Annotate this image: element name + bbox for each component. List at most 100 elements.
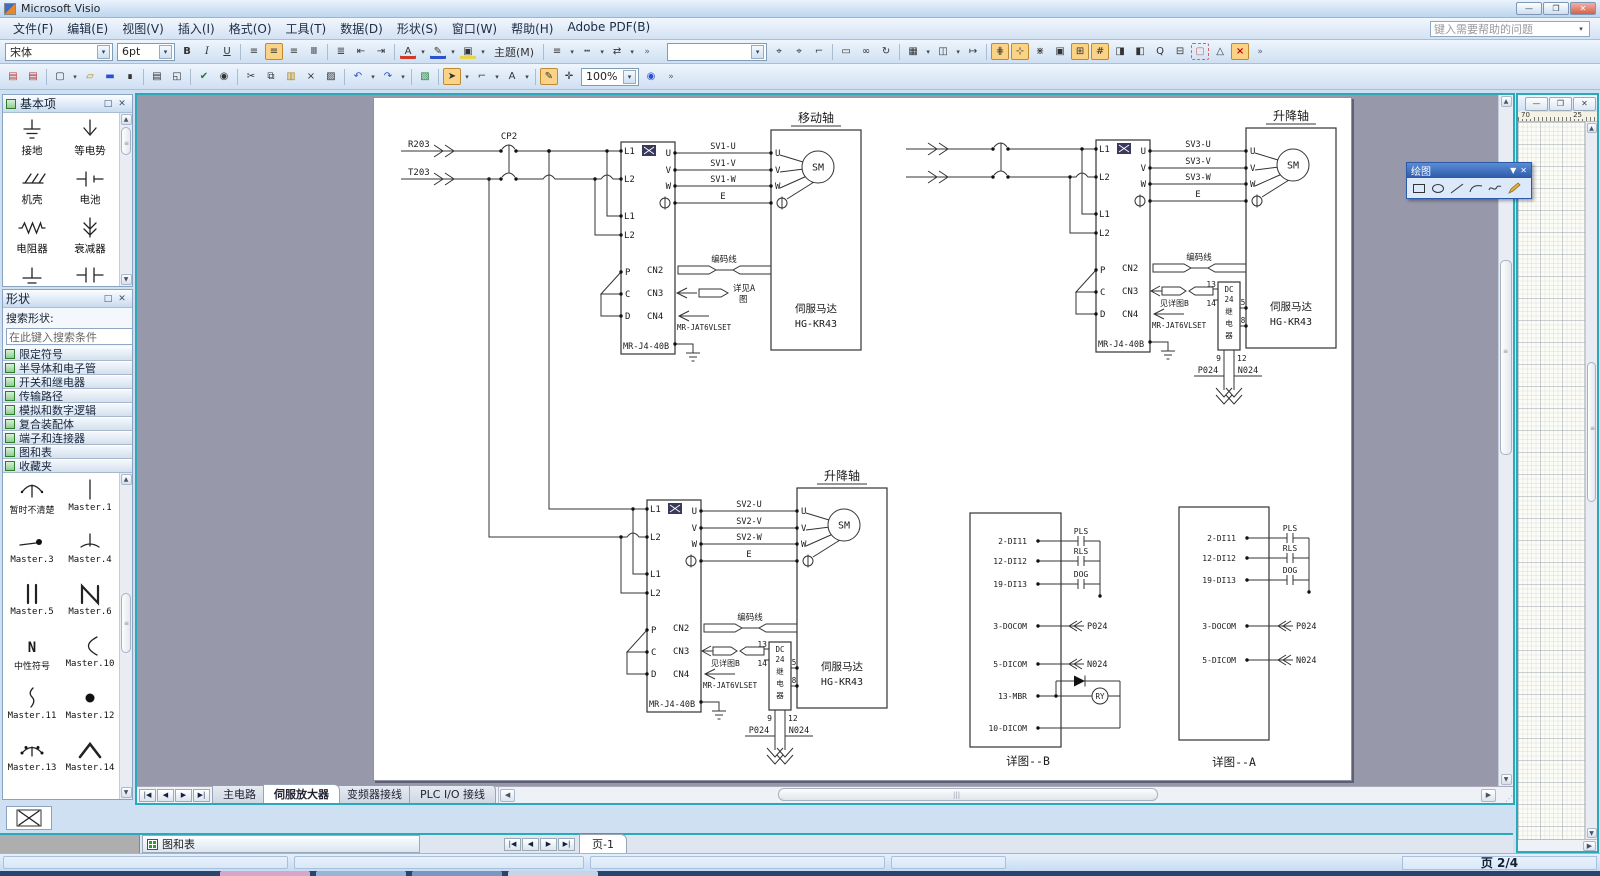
fit-to-window-button[interactable]: ▭	[836, 43, 856, 60]
separator[interactable]	[234, 69, 241, 85]
separator[interactable]	[983, 44, 990, 60]
next-page-button[interactable]: ▶	[540, 838, 557, 851]
paste-button[interactable]: ▥	[281, 68, 301, 85]
master-item[interactable]: Master.4	[61, 529, 119, 581]
shapes-panel-scrollbar[interactable]: ▲ ▼	[119, 473, 132, 799]
decrease-indent-button[interactable]: ⇤	[351, 43, 371, 60]
shape-partial[interactable]	[61, 264, 119, 286]
close-icon[interactable]: ✕	[115, 294, 129, 304]
float-panel-icon[interactable]: □	[101, 294, 115, 304]
toolbar-overflow[interactable]: »	[1250, 43, 1270, 60]
master-item[interactable]: Master.12	[61, 685, 119, 737]
shape-partial[interactable]	[3, 264, 61, 286]
permission-button[interactable]: ∎	[120, 68, 140, 85]
search-input[interactable]	[6, 328, 133, 345]
theme-button[interactable]: 主题(M)	[488, 43, 540, 60]
tab-plc-io-wiring[interactable]: PLC I/O 接线	[420, 788, 485, 801]
menu-view[interactable]: 视图(V)	[115, 18, 171, 39]
insert-picture-button[interactable]: ▦	[903, 43, 923, 60]
stencil-qualifying-symbols[interactable]: 限定符号	[3, 347, 132, 361]
servo-circuit-3[interactable]: L1 L2 L1 L2 P C D U V W SV2-U	[619, 468, 887, 764]
prev-page-button[interactable]: ◀	[157, 789, 174, 802]
insert-table-dropdown[interactable]: ▾	[953, 43, 963, 60]
pointer-tool-button[interactable]: ➤	[442, 68, 462, 85]
separator[interactable]	[540, 44, 547, 60]
taskbar-button[interactable]	[412, 871, 502, 876]
master-item[interactable]: Master.14	[61, 737, 119, 789]
delete-button[interactable]: ×	[301, 68, 321, 85]
underline-button[interactable]: U	[217, 43, 237, 60]
align-center-button[interactable]: ≡	[264, 43, 284, 60]
shape-resistor[interactable]: 电阻器	[3, 215, 61, 264]
shape-ground[interactable]: 接地	[3, 117, 61, 166]
help-search-box[interactable]: 键入需要帮助的问题 ▾	[1430, 21, 1590, 37]
align-right-button[interactable]: ≡	[284, 43, 304, 60]
align-left-button[interactable]: ≡	[244, 43, 264, 60]
separator[interactable]	[43, 69, 50, 85]
shape-battery[interactable]: 电池	[61, 166, 119, 215]
toolbar-overflow[interactable]: »	[637, 43, 657, 60]
resize-grip[interactable]: ⋰	[1497, 787, 1513, 803]
close-button[interactable]: ✕	[1570, 2, 1596, 15]
shape-attenuator[interactable]: 衰减器	[61, 215, 119, 264]
menu-insert[interactable]: 插入(I)	[171, 18, 222, 39]
taskbar-button[interactable]	[220, 871, 310, 876]
menu-adobe-pdf[interactable]: Adobe PDF(B)	[560, 18, 657, 39]
drawing-hscrollbar[interactable]: ◀ ▶	[498, 787, 1497, 803]
italic-button[interactable]: I	[197, 43, 217, 60]
connect-shapes-seq-button[interactable]: ⌖	[789, 43, 809, 60]
separator[interactable]	[341, 69, 348, 85]
close-button[interactable]: ✕	[1573, 97, 1596, 111]
menu-window[interactable]: 窗口(W)	[445, 18, 504, 39]
ellipse-tool[interactable]	[1430, 181, 1446, 195]
drawing-toolbar-title[interactable]: 绘图 ▼ ✕	[1407, 163, 1531, 178]
line-color-dropdown[interactable]: ▾	[448, 43, 458, 60]
servo-circuit-1[interactable]: R203 T203 CP2 L1 L2 L1 L2 P C D U	[401, 110, 861, 361]
minimize-button[interactable]: —	[1516, 2, 1542, 15]
save-button[interactable]: ▬	[100, 68, 120, 85]
insert-object-button[interactable]: ▧	[415, 68, 435, 85]
new-drawing-dropdown[interactable]: ▾	[70, 68, 80, 85]
master-item[interactable]: N 中性符号	[3, 633, 61, 685]
rotate-text-button[interactable]: ↻	[876, 43, 896, 60]
master-item[interactable]: Master.13	[3, 737, 61, 789]
menu-tools[interactable]: 工具(T)	[279, 18, 334, 39]
connect-shapes-button[interactable]: ⌖	[769, 43, 789, 60]
separator[interactable]	[896, 44, 903, 60]
menu-help[interactable]: 帮助(H)	[504, 18, 560, 39]
stencil-semiconductors[interactable]: 半导体和电子管	[3, 361, 132, 375]
freeform-tool-button[interactable]: ✎	[539, 68, 559, 85]
copy-button[interactable]: ⧉	[261, 68, 281, 85]
stencil-switches-relays[interactable]: 开关和继电器	[3, 375, 132, 389]
font-color-button[interactable]: A	[398, 43, 418, 60]
line-weight-dropdown[interactable]: ▾	[567, 43, 577, 60]
stencil-terminals-connectors[interactable]: 端子和连接器	[3, 431, 132, 445]
separator[interactable]	[435, 69, 442, 85]
line-pattern-dropdown[interactable]: ▾	[597, 43, 607, 60]
insert-table-button[interactable]: ◫	[933, 43, 953, 60]
subwin-hscrollbar[interactable]: ▶	[1518, 839, 1597, 851]
chevron-down-icon[interactable]: ▼	[1510, 166, 1516, 175]
drawing-explorer-button[interactable]: ▣	[1050, 43, 1070, 60]
zoom-combo[interactable]: 100%▾	[581, 68, 639, 86]
separator[interactable]	[408, 69, 415, 85]
format-painter-button[interactable]: ▨	[321, 68, 341, 85]
tab-servo-amplifier[interactable]: 伺服放大器	[274, 788, 329, 801]
tab-inverter-wiring[interactable]: 变频器接线	[347, 788, 402, 801]
snap-button[interactable]: ⋕	[990, 43, 1010, 60]
stencil-composite-assemblies[interactable]: 复合装配体	[3, 417, 132, 431]
text-tool-button[interactable]: A	[502, 68, 522, 85]
basic-panel-scrollbar[interactable]: ▲ ▼	[119, 113, 132, 286]
redo-button[interactable]: ↷	[378, 68, 398, 85]
first-page-button[interactable]: |◀	[504, 838, 521, 851]
increase-indent-button[interactable]: ⇥	[371, 43, 391, 60]
font-combo[interactable]: 宋体▾	[5, 43, 113, 61]
menu-shape[interactable]: 形状(S)	[390, 18, 445, 39]
pan-zoom-button[interactable]: ✛	[559, 68, 579, 85]
hyperlink-button[interactable]: ∞	[856, 43, 876, 60]
separator[interactable]	[140, 69, 147, 85]
line-ends-button[interactable]: ⇄	[607, 43, 627, 60]
separator[interactable]	[532, 69, 539, 85]
next-page-button[interactable]: ▶	[175, 789, 192, 802]
stamp-button[interactable]: ◨	[1110, 43, 1130, 60]
